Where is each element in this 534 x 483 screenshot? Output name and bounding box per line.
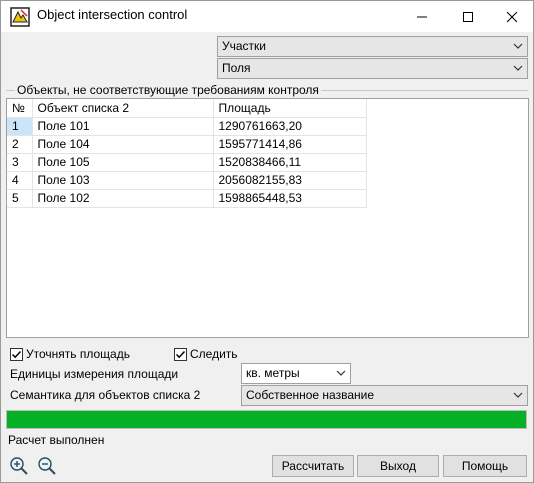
minimize-icon	[417, 16, 427, 17]
chevron-down-icon	[513, 43, 523, 49]
zoom-out-icon	[38, 457, 56, 475]
list1-layer-value: Участки	[222, 39, 266, 53]
checkbox-box	[10, 347, 23, 361]
row-number: 4	[7, 171, 33, 190]
row-number: 5	[7, 189, 33, 208]
maximize-button[interactable]	[445, 1, 491, 32]
list1-layer-select[interactable]: Участки	[217, 36, 528, 57]
results-group-title: Объекты, не соответствующие требованиям …	[15, 83, 321, 97]
row-area: 1598865448,53	[213, 189, 367, 208]
row-object: Поле 103	[32, 171, 214, 190]
help-button[interactable]: Помощь	[443, 455, 527, 477]
status-text: Расчет выполнен	[8, 433, 105, 447]
exit-button[interactable]: Выход	[357, 455, 439, 477]
minimize-button[interactable]	[399, 1, 445, 32]
checkmark-icon	[11, 350, 22, 358]
row-number: 1	[7, 117, 33, 136]
track-checkbox[interactable]: Следить	[174, 347, 238, 361]
units-value: кв. метры	[246, 366, 300, 380]
progress-bar	[6, 410, 527, 429]
checkmark-icon	[175, 350, 186, 358]
row-area: 1290761663,20	[213, 117, 367, 136]
chevron-down-icon	[513, 392, 523, 398]
column-header-number[interactable]: №	[7, 99, 33, 118]
results-table: № Объект списка 2 Площадь 1 Поле 101 129…	[7, 99, 367, 208]
progress-fill	[7, 411, 526, 428]
chevron-down-icon	[513, 65, 523, 71]
list2-layer-value: Поля	[222, 61, 251, 75]
semantics-value: Собственное название	[246, 388, 375, 402]
title-bar: Object intersection control	[1, 1, 533, 32]
semantics-label: Семантика для объектов списка 2	[10, 388, 201, 402]
row-object: Поле 102	[32, 189, 214, 208]
column-header-object[interactable]: Объект списка 2	[32, 99, 214, 118]
checkbox-box	[174, 347, 187, 361]
table-row[interactable]: 2 Поле 104 1595771414,86	[7, 135, 367, 154]
calculate-button[interactable]: Рассчитать	[272, 455, 354, 477]
app-icon	[10, 7, 30, 27]
row-object: Поле 104	[32, 135, 214, 154]
zoom-out-button[interactable]	[36, 455, 58, 477]
row-number: 3	[7, 153, 33, 172]
chevron-down-icon	[336, 370, 346, 376]
semantics-select[interactable]: Собственное название	[241, 385, 528, 406]
refine-area-label: Уточнять площадь	[26, 347, 130, 361]
row-object: Поле 101	[32, 117, 214, 136]
row-object: Поле 105	[32, 153, 214, 172]
table-header-row: № Объект списка 2 Площадь	[7, 99, 367, 118]
list2-layer-select[interactable]: Поля	[217, 58, 528, 79]
units-select[interactable]: кв. метры	[241, 363, 351, 384]
results-table-area[interactable]: № Объект списка 2 Площадь 1 Поле 101 129…	[6, 98, 529, 338]
dialog-window: Object intersection control Участки Поля	[0, 0, 534, 483]
column-header-area[interactable]: Площадь	[213, 99, 367, 118]
table-row[interactable]: 4 Поле 103 2056082155,83	[7, 171, 367, 190]
maximize-icon	[463, 11, 473, 22]
window-title: Object intersection control	[37, 7, 188, 22]
track-label: Следить	[190, 347, 238, 361]
row-area: 1595771414,86	[213, 135, 367, 154]
table-row[interactable]: 1 Поле 101 1290761663,20	[7, 117, 367, 136]
table-row[interactable]: 5 Поле 102 1598865448,53	[7, 189, 367, 208]
close-button[interactable]	[489, 1, 534, 32]
zoom-in-button[interactable]	[8, 455, 30, 477]
units-label: Единицы измерения площади	[10, 367, 179, 381]
close-icon	[506, 11, 518, 22]
row-area: 1520838466,11	[213, 153, 367, 172]
zoom-in-icon	[10, 457, 28, 475]
row-number: 2	[7, 135, 33, 154]
table-row[interactable]: 3 Поле 105 1520838466,11	[7, 153, 367, 172]
row-area: 2056082155,83	[213, 171, 367, 190]
refine-area-checkbox[interactable]: Уточнять площадь	[10, 347, 130, 361]
